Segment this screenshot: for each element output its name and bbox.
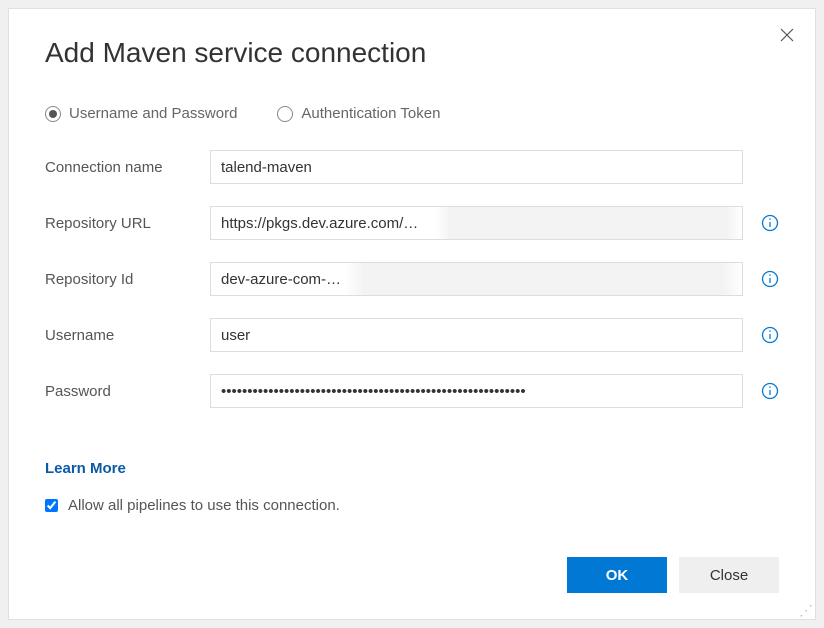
ok-button[interactable]: OK <box>567 557 667 593</box>
allow-pipelines-row[interactable]: Allow all pipelines to use this connecti… <box>45 497 779 514</box>
repository-id-row: Repository Id <box>45 262 779 296</box>
allow-pipelines-checkbox[interactable] <box>45 499 58 512</box>
radio-label: Username and Password <box>69 105 237 122</box>
username-label: Username <box>45 327 210 344</box>
dialog-title: Add Maven service connection <box>45 37 779 69</box>
radio-icon <box>277 106 293 122</box>
password-label: Password <box>45 383 210 400</box>
radio-icon <box>45 106 61 122</box>
repository-id-label: Repository Id <box>45 271 210 288</box>
info-icon[interactable] <box>761 326 779 344</box>
close-icon[interactable] <box>779 27 795 48</box>
info-icon[interactable] <box>761 270 779 288</box>
connection-name-input[interactable] <box>210 150 743 184</box>
add-service-connection-dialog: Add Maven service connection Username an… <box>8 8 816 620</box>
learn-more-link[interactable]: Learn More <box>45 460 779 477</box>
auth-token-radio[interactable]: Authentication Token <box>277 105 440 122</box>
radio-label: Authentication Token <box>301 105 440 122</box>
username-input[interactable] <box>210 318 743 352</box>
connection-name-row: Connection name <box>45 150 779 184</box>
repository-url-input[interactable] <box>210 206 743 240</box>
password-row: Password <box>45 374 779 408</box>
allow-pipelines-label: Allow all pipelines to use this connecti… <box>68 497 340 514</box>
info-icon[interactable] <box>761 382 779 400</box>
repository-url-label: Repository URL <box>45 215 210 232</box>
dialog-button-row: OK Close <box>45 557 779 599</box>
password-input[interactable] <box>210 374 743 408</box>
connection-name-label: Connection name <box>45 159 210 176</box>
info-icon[interactable] <box>761 214 779 232</box>
auth-username-password-radio[interactable]: Username and Password <box>45 105 237 122</box>
close-button[interactable]: Close <box>679 557 779 593</box>
auth-type-radiogroup: Username and Password Authentication Tok… <box>45 105 779 122</box>
username-row: Username <box>45 318 779 352</box>
repository-id-input[interactable] <box>210 262 743 296</box>
repository-url-row: Repository URL <box>45 206 779 240</box>
resize-grip-icon[interactable]: ⋰ <box>799 603 813 617</box>
